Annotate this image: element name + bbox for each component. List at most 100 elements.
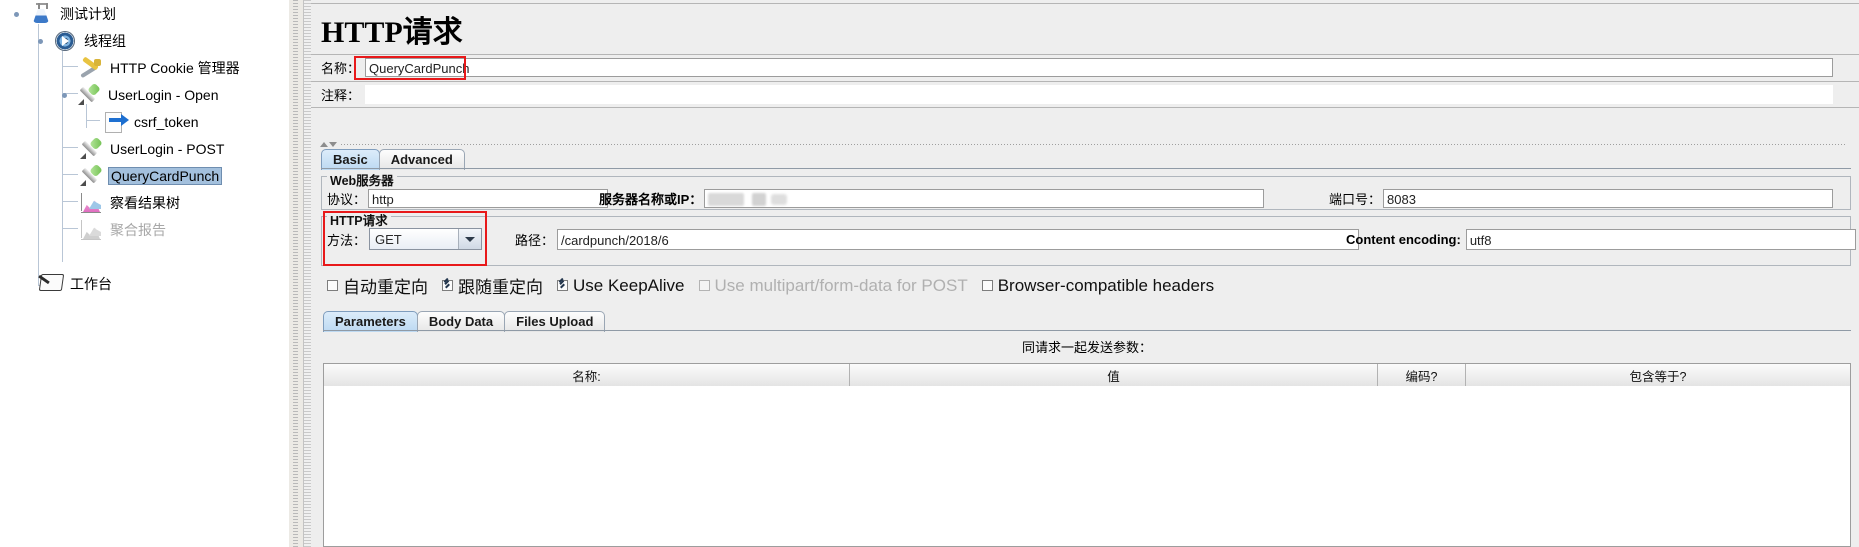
tree-item-workbench[interactable]: 工作台 bbox=[14, 272, 114, 296]
server-input[interactable] bbox=[704, 189, 1265, 208]
tab-body-data[interactable]: Body Data bbox=[416, 311, 506, 332]
option-label: Browser-compatible headers bbox=[997, 275, 1215, 295]
tree-item-label: UserLogin - POST bbox=[110, 141, 225, 157]
redaction-blur bbox=[708, 193, 745, 206]
extractor-icon bbox=[102, 110, 129, 134]
vertical-scroll-strip[interactable] bbox=[303, 0, 311, 547]
tab-advanced[interactable]: Advanced bbox=[378, 149, 465, 170]
tree-item-querycardpunch[interactable]: QueryCardPunch bbox=[56, 163, 223, 188]
column-header-encode[interactable]: 编码? bbox=[1378, 364, 1466, 386]
option-follow-redirect[interactable]: 跟随重定向 bbox=[442, 273, 543, 298]
port-input[interactable]: 8083 bbox=[1383, 189, 1834, 208]
workbench-icon bbox=[38, 272, 65, 296]
tree-item-label: 线程组 bbox=[84, 33, 126, 49]
tab-files-upload[interactable]: Files Upload bbox=[504, 311, 606, 332]
wrench-icon bbox=[78, 56, 104, 80]
name-label: 名称： bbox=[321, 61, 361, 76]
port-label: 端口号： bbox=[1329, 192, 1382, 207]
protocol-row: 协议： http bbox=[327, 189, 609, 208]
comment-row: 注释： bbox=[321, 85, 1851, 104]
main-tabstrip[interactable]: Basic Advanced bbox=[321, 149, 465, 170]
test-plan-tree[interactable]: 测试计划 线程组 HTTP Cookie 管理器 UserLogin - Ope… bbox=[0, 0, 288, 547]
checkbox-browser-compatible-headers[interactable] bbox=[981, 280, 993, 291]
option-label: Use multipart/form-data for POST bbox=[714, 275, 968, 295]
params-tabstrip[interactable]: Parameters Body Data Files Upload bbox=[323, 311, 606, 332]
tree-item-label: csrf_token bbox=[134, 114, 199, 130]
checkbox-auto-redirect[interactable] bbox=[327, 280, 338, 291]
column-header-include-equals[interactable]: 包含等于? bbox=[1466, 364, 1850, 386]
tree-item-view-results-tree[interactable]: 察看结果树 bbox=[56, 191, 182, 215]
content-encoding-input[interactable]: utf8 bbox=[1465, 229, 1856, 250]
path-row: 路径： /cardpunch/2018/6 bbox=[515, 229, 1360, 250]
web-server-group-title: Web服务器 bbox=[327, 170, 397, 189]
option-use-multipart[interactable]: Use multipart/form-data for POST bbox=[698, 275, 968, 296]
port-row: 端口号： 8083 bbox=[1329, 189, 1834, 208]
aggregate-report-icon bbox=[78, 218, 104, 242]
expand-handle-icon[interactable] bbox=[62, 92, 67, 98]
tree-item-http-cookie-manager[interactable]: HTTP Cookie 管理器 bbox=[56, 56, 242, 80]
element-editor-pane: HTTP请求 名称： QueryCardPunch 注释： Basic Adva… bbox=[303, 0, 1859, 547]
tab-basic[interactable]: Basic bbox=[321, 149, 380, 170]
http-sampler-icon bbox=[78, 163, 104, 188]
tree-item-csrf-token[interactable]: csrf_token bbox=[80, 110, 201, 134]
option-auto-redirect[interactable]: 自动重定向 bbox=[327, 273, 428, 298]
pane-splitter[interactable] bbox=[288, 0, 304, 547]
redaction-blur bbox=[752, 193, 767, 206]
editor-inner: HTTP请求 名称： QueryCardPunch 注释： Basic Adva… bbox=[310, 3, 1859, 547]
jmeter-window: 测试计划 线程组 HTTP Cookie 管理器 UserLogin - Ope… bbox=[0, 0, 1859, 547]
request-options-row: 自动重定向 跟随重定向 Use KeepAlive Use multipart/… bbox=[327, 273, 1228, 298]
tree-connector bbox=[38, 24, 39, 286]
tree-item-label-selected: QueryCardPunch bbox=[108, 167, 223, 185]
path-label: 路径： bbox=[515, 233, 555, 248]
tree-item-label: UserLogin - Open bbox=[108, 87, 219, 103]
tree-item-userlogin-open[interactable]: UserLogin - Open bbox=[38, 82, 221, 107]
params-table-body[interactable] bbox=[324, 386, 1850, 546]
option-label: 跟随重定向 bbox=[458, 278, 543, 297]
path-input[interactable]: /cardpunch/2018/6 bbox=[557, 229, 1360, 250]
http-request-group-title: HTTP请求 bbox=[327, 210, 391, 229]
section-divider bbox=[341, 144, 1846, 145]
redaction-blur bbox=[771, 194, 788, 205]
option-label: 自动重定向 bbox=[343, 278, 428, 297]
tree-item-label: HTTP Cookie 管理器 bbox=[110, 60, 240, 76]
protocol-input[interactable]: http bbox=[368, 189, 609, 208]
page-title: HTTP请求 bbox=[321, 16, 463, 49]
tree-item-label: 察看结果树 bbox=[110, 195, 180, 211]
method-row: 方法： GET bbox=[327, 228, 483, 250]
tree-item-userlogin-post[interactable]: UserLogin - POST bbox=[56, 136, 226, 161]
checkbox-use-keepalive[interactable] bbox=[557, 280, 568, 291]
tree-item-test-plan[interactable]: 测试计划 bbox=[14, 2, 118, 26]
expand-handle-icon[interactable] bbox=[38, 38, 43, 44]
tree-item-thread-group[interactable]: 线程组 bbox=[38, 29, 128, 53]
content-encoding-label: Content encoding: bbox=[1346, 232, 1461, 247]
chevron-down-icon[interactable] bbox=[458, 229, 482, 249]
flask-icon bbox=[28, 2, 54, 26]
protocol-label: 协议： bbox=[327, 192, 367, 207]
comment-input[interactable] bbox=[365, 85, 1834, 104]
params-table[interactable]: 名称: 值 编码? 包含等于? bbox=[323, 363, 1851, 547]
method-dropdown[interactable]: GET bbox=[369, 228, 483, 250]
checkbox-follow-redirect[interactable] bbox=[442, 280, 453, 291]
comment-label: 注释： bbox=[321, 88, 361, 103]
expand-handle-icon[interactable] bbox=[14, 11, 19, 17]
splitter-grip[interactable] bbox=[293, 0, 298, 547]
tab-parameters[interactable]: Parameters bbox=[323, 311, 418, 332]
tree-item-aggregate-report[interactable]: 聚合报告 bbox=[56, 218, 168, 242]
option-use-keepalive[interactable]: Use KeepAlive bbox=[557, 276, 685, 296]
results-tree-icon bbox=[78, 191, 104, 215]
server-row: 服务器名称或IP： bbox=[599, 189, 1265, 208]
http-sampler-icon bbox=[76, 82, 102, 107]
column-header-value[interactable]: 值 bbox=[850, 364, 1378, 386]
content-encoding-row: Content encoding: utf8 bbox=[1346, 229, 1856, 250]
params-table-caption: 同请求一起发送参数： bbox=[1021, 340, 1152, 355]
checkbox-use-multipart[interactable] bbox=[698, 280, 710, 291]
tree-item-label: 工作台 bbox=[70, 276, 112, 292]
http-sampler-icon bbox=[78, 136, 104, 161]
name-input[interactable]: QueryCardPunch bbox=[365, 58, 1834, 77]
option-browser-compatible-headers[interactable]: Browser-compatible headers bbox=[981, 275, 1215, 296]
name-row: 名称： QueryCardPunch bbox=[321, 58, 1851, 77]
params-table-header: 名称: 值 编码? 包含等于? bbox=[324, 364, 1850, 386]
collapse-arrows-icon[interactable] bbox=[320, 140, 338, 148]
column-header-name[interactable]: 名称: bbox=[324, 364, 850, 386]
server-label: 服务器名称或IP： bbox=[599, 192, 703, 207]
